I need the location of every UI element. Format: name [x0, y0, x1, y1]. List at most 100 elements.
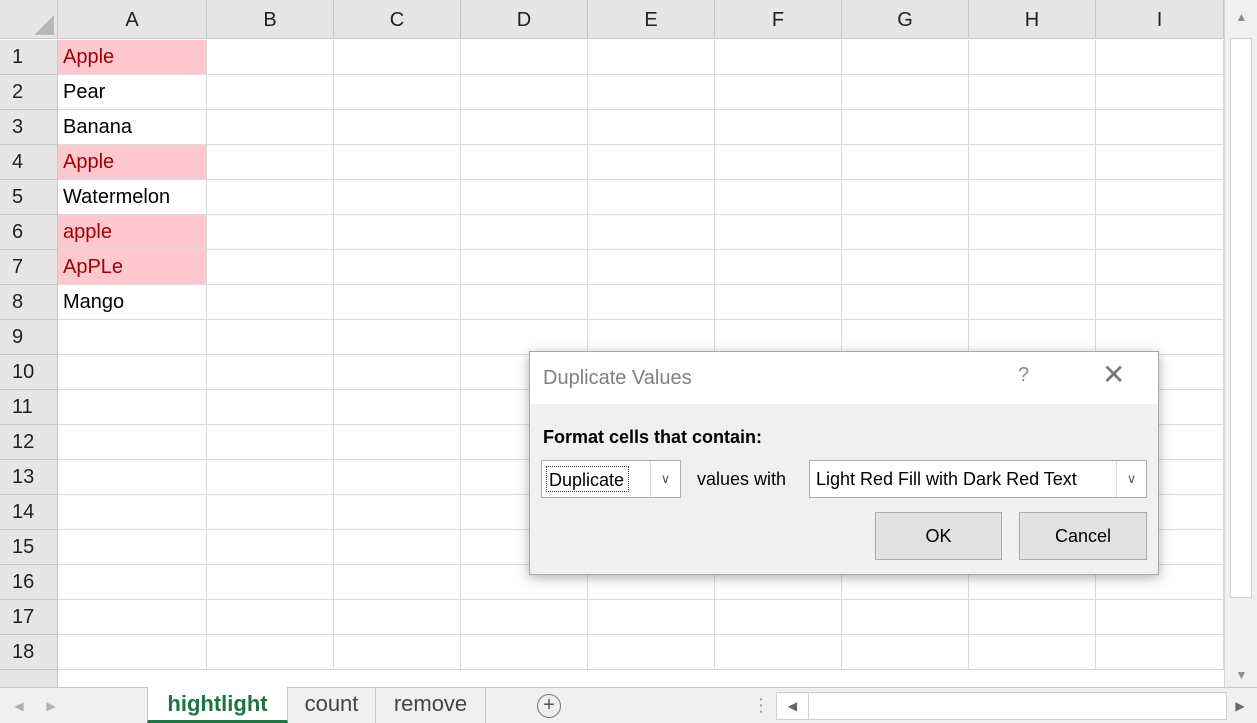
- cell-b[interactable]: [207, 320, 334, 354]
- cancel-button[interactable]: Cancel: [1019, 512, 1147, 560]
- cell-b[interactable]: [207, 145, 334, 179]
- row-header[interactable]: 16: [0, 565, 58, 600]
- cell-d[interactable]: [461, 250, 588, 284]
- cell-c[interactable]: [334, 215, 461, 249]
- cell-i[interactable]: [1096, 180, 1224, 214]
- cell-f[interactable]: [715, 635, 842, 669]
- cell-b[interactable]: [207, 495, 334, 529]
- cell-h[interactable]: [969, 250, 1096, 284]
- select-all-corner[interactable]: [0, 0, 58, 39]
- cell-c[interactable]: [334, 320, 461, 354]
- cell-h[interactable]: [969, 75, 1096, 109]
- column-header-e[interactable]: E: [588, 0, 715, 39]
- cell-g[interactable]: [842, 600, 969, 634]
- cell-c[interactable]: [334, 75, 461, 109]
- cell-d[interactable]: [461, 110, 588, 144]
- cell-d[interactable]: [461, 320, 588, 354]
- cell-d[interactable]: [461, 75, 588, 109]
- row-header[interactable]: 9: [0, 320, 58, 355]
- cell-d[interactable]: [461, 180, 588, 214]
- cell-c[interactable]: [334, 530, 461, 564]
- cell-h[interactable]: [969, 285, 1096, 319]
- cell-h[interactable]: [969, 180, 1096, 214]
- cell-a[interactable]: Apple: [58, 40, 207, 74]
- cell-f[interactable]: [715, 110, 842, 144]
- cell-g[interactable]: [842, 145, 969, 179]
- cell-e[interactable]: [588, 285, 715, 319]
- scroll-up-arrow-icon[interactable]: ▲: [1225, 2, 1257, 32]
- column-header-a[interactable]: A: [58, 0, 207, 39]
- row-header[interactable]: 12: [0, 425, 58, 460]
- cell-a[interactable]: [58, 600, 207, 634]
- column-header-g[interactable]: G: [842, 0, 969, 39]
- cell-g[interactable]: [842, 635, 969, 669]
- cell-i[interactable]: [1096, 635, 1224, 669]
- cell-c[interactable]: [334, 425, 461, 459]
- cell-e[interactable]: [588, 40, 715, 74]
- vertical-scrollbar[interactable]: ▲ ▼: [1224, 0, 1257, 687]
- cell-a[interactable]: Apple: [58, 145, 207, 179]
- cell-h[interactable]: [969, 145, 1096, 179]
- cell-a[interactable]: [58, 390, 207, 424]
- vertical-scroll-thumb[interactable]: [1230, 38, 1252, 598]
- duplicate-type-dropdown[interactable]: Duplicate ∨: [541, 460, 681, 498]
- cell-b[interactable]: [207, 425, 334, 459]
- cell-d[interactable]: [461, 635, 588, 669]
- cell-d[interactable]: [461, 600, 588, 634]
- cell-g[interactable]: [842, 285, 969, 319]
- cell-g[interactable]: [842, 110, 969, 144]
- cell-i[interactable]: [1096, 320, 1224, 354]
- column-header-h[interactable]: H: [969, 0, 1096, 39]
- cell-h[interactable]: [969, 635, 1096, 669]
- cell-g[interactable]: [842, 75, 969, 109]
- next-sheet-arrow-icon[interactable]: ▶: [36, 688, 66, 723]
- cell-a[interactable]: Mango: [58, 285, 207, 319]
- cell-b[interactable]: [207, 460, 334, 494]
- cell-b[interactable]: [207, 390, 334, 424]
- cell-i[interactable]: [1096, 75, 1224, 109]
- tab-count[interactable]: count: [288, 687, 376, 723]
- cell-c[interactable]: [334, 180, 461, 214]
- cell-e[interactable]: [588, 145, 715, 179]
- cell-g[interactable]: [842, 215, 969, 249]
- cell-a[interactable]: apple: [58, 215, 207, 249]
- cell-g[interactable]: [842, 40, 969, 74]
- plus-circle-icon[interactable]: +: [537, 694, 561, 718]
- horizontal-scrollbar[interactable]: ◀: [776, 692, 1227, 720]
- row-header[interactable]: 13: [0, 460, 58, 495]
- help-icon[interactable]: ?: [1018, 364, 1029, 387]
- row-header[interactable]: 1: [0, 40, 58, 75]
- row-header[interactable]: 17: [0, 600, 58, 635]
- cell-a[interactable]: ApPLe: [58, 250, 207, 284]
- cell-g[interactable]: [842, 320, 969, 354]
- prev-sheet-arrow-icon[interactable]: ◀: [4, 688, 34, 723]
- cell-b[interactable]: [207, 355, 334, 389]
- row-header[interactable]: 2: [0, 75, 58, 110]
- format-style-dropdown[interactable]: Light Red Fill with Dark Red Text ∨: [809, 460, 1147, 498]
- cell-f[interactable]: [715, 145, 842, 179]
- row-header[interactable]: 3: [0, 110, 58, 145]
- cell-i[interactable]: [1096, 145, 1224, 179]
- cell-c[interactable]: [334, 40, 461, 74]
- column-header-b[interactable]: B: [207, 0, 334, 39]
- cell-c[interactable]: [334, 635, 461, 669]
- cell-f[interactable]: [715, 600, 842, 634]
- spreadsheet-grid[interactable]: ABCDEFGHI 1 Apple 2 Pear 3 Banana 4 Apple 5 Water…: [0, 0, 1224, 687]
- cell-h[interactable]: [969, 215, 1096, 249]
- row-header[interactable]: 8: [0, 285, 58, 320]
- cell-e[interactable]: [588, 180, 715, 214]
- cell-b[interactable]: [207, 110, 334, 144]
- cell-c[interactable]: [334, 565, 461, 599]
- cell-a[interactable]: [58, 565, 207, 599]
- cell-a[interactable]: [58, 425, 207, 459]
- cell-a[interactable]: [58, 320, 207, 354]
- cell-i[interactable]: [1096, 40, 1224, 74]
- close-icon[interactable]: ✕: [1102, 361, 1125, 389]
- cell-d[interactable]: [461, 40, 588, 74]
- tab-hightlight[interactable]: hightlight: [147, 687, 288, 723]
- cell-a[interactable]: Pear: [58, 75, 207, 109]
- column-header-f[interactable]: F: [715, 0, 842, 39]
- cell-f[interactable]: [715, 40, 842, 74]
- cell-a[interactable]: [58, 530, 207, 564]
- cell-h[interactable]: [969, 110, 1096, 144]
